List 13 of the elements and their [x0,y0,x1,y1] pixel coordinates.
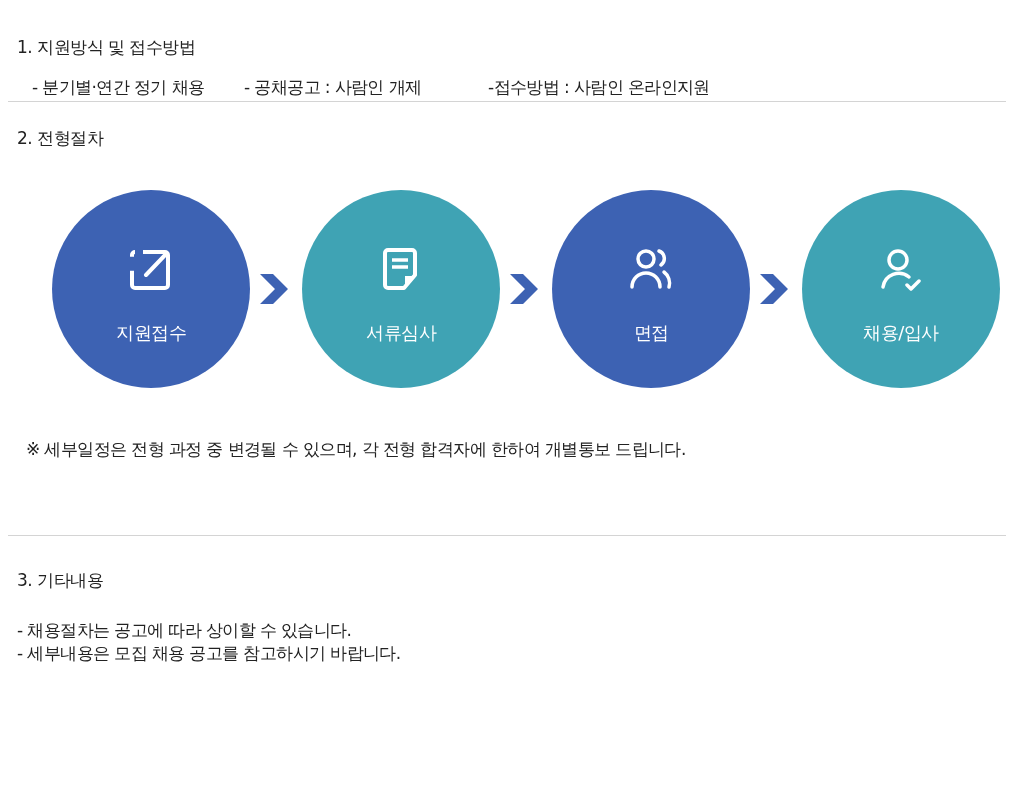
section-title: 1. 지원방식 및 접수방법 [17,36,197,58]
step-label: 서류심사 [366,322,436,344]
step-label: 채용/입사 [863,322,939,344]
info-text: - 세부내용은 모집 채용 공고를 참고하시기 바랍니다. [17,642,402,665]
note-text: ※ 세부일정은 전형 과정 중 변경될 수 있으며, 각 전형 합격자에 한하여 개별통보 드립니다. [25,438,687,460]
info-text: - 채용절차는 공고에 따라 상이할 수 있습니다. [17,619,353,642]
section-title: 2. 전형절차 [17,127,105,149]
step-label: 면접 [633,322,669,344]
info-text: - 공채공고 : 사람인 개제 [244,76,423,98]
info-text: -접수방법 : 사람인 온라인지원 [488,76,710,98]
step-label: 지원접수 [116,322,186,344]
section-title: 3. 기타내용 [17,569,105,591]
info-text: - 분기별·연간 정기 채용 [32,76,206,98]
